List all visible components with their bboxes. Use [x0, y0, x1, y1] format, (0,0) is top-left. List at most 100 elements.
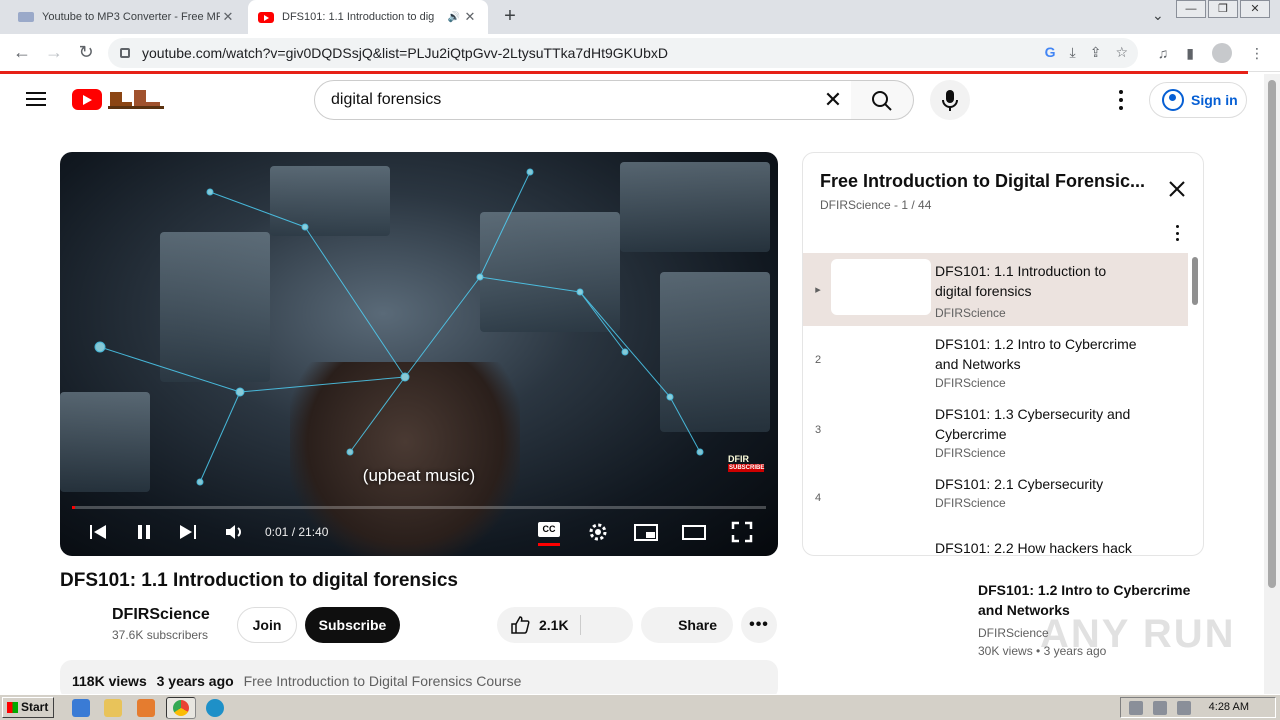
captions-button[interactable]: CC: [538, 522, 560, 537]
edge-icon[interactable]: [206, 699, 224, 717]
clock: 4:28 AM: [1208, 701, 1249, 713]
media-player-icon[interactable]: [137, 699, 155, 717]
recommended-video-channel[interactable]: DFIRScience: [978, 626, 1049, 640]
previous-icon[interactable]: [88, 520, 108, 544]
channel-avatar[interactable]: [60, 606, 100, 646]
playlist-item[interactable]: DFS101: 2.2 How hackers hack: [803, 530, 1188, 556]
playlist-item-channel: DFIRScience: [935, 496, 1006, 510]
audio-playing-icon[interactable]: 🔊: [446, 12, 462, 23]
channel-watermark[interactable]: DFIR SUBSCRIBE: [728, 454, 764, 490]
miniplayer-icon[interactable]: [633, 520, 659, 544]
channel-name[interactable]: DFIRScience: [112, 606, 210, 624]
playlist-item-title: DFS101: 2.1 Cybersecurity: [935, 476, 1104, 492]
start-button[interactable]: Start: [2, 697, 54, 718]
playlist-item[interactable]: 3 DFS101: 1.3 Cybersecurity and Cybercri…: [803, 396, 1188, 466]
watermark-subscribe: SUBSCRIBE: [728, 464, 765, 472]
fullscreen-icon[interactable]: [730, 520, 754, 544]
playlist-item[interactable]: ▸ DFS101: 1.1 Introduction to digital fo…: [803, 253, 1188, 326]
page-scrollbar[interactable]: [1264, 74, 1280, 694]
install-icon[interactable]: ⤓: [1070, 44, 1076, 61]
next-icon[interactable]: [178, 520, 198, 544]
new-tab-button[interactable]: +: [498, 5, 522, 28]
volume-icon[interactable]: [224, 520, 246, 544]
more-actions-button[interactable]: •••: [741, 607, 777, 643]
join-button[interactable]: Join: [237, 607, 297, 643]
anyrun-watermark: ANY RUN: [1040, 612, 1236, 656]
clear-search-icon[interactable]: ✕: [821, 89, 845, 111]
toolbar-right: ♫ ▮ ⋮: [1158, 43, 1264, 63]
theater-mode-icon[interactable]: [681, 520, 707, 544]
pause-icon[interactable]: [134, 520, 154, 544]
system-tray: 4:28 AM: [1120, 697, 1276, 718]
address-bar[interactable]: youtube.com/watch?v=giv0DQDSsjQ&list=PLJ…: [108, 38, 1138, 68]
like-button[interactable]: 2.1K: [497, 607, 633, 643]
playlist-link[interactable]: Free Introduction to Digital Forensics C…: [244, 673, 522, 689]
playlist-subtitle: DFIRScience - 1 / 44: [820, 198, 932, 212]
minimize-button[interactable]: —: [1176, 0, 1206, 18]
video-caption: (upbeat music): [362, 466, 476, 485]
sign-in-button[interactable]: Sign in: [1149, 82, 1247, 118]
network-graphic: [94, 168, 704, 486]
volume-tray-icon[interactable]: [1129, 701, 1143, 715]
restore-button[interactable]: ❐: [1208, 0, 1238, 18]
search-input[interactable]: digital forensics ✕: [314, 80, 852, 120]
recommended-views: 30K views: [978, 644, 1033, 658]
back-icon[interactable]: ←: [10, 42, 34, 63]
playlist-item[interactable]: 4 DFS101: 2.1 Cybersecurity DFIRScience: [803, 466, 1188, 536]
progress-fill: [72, 506, 76, 509]
video-player[interactable]: (upbeat music) DFIR SUBSCRIBE 0:01 / 21:…: [60, 152, 778, 556]
playlist-item-channel: DFIRScience: [935, 376, 1006, 390]
playlist-scrollbar[interactable]: [1192, 257, 1198, 305]
ie-icon[interactable]: [72, 699, 90, 717]
bookmark-star-icon[interactable]: ☆: [1115, 44, 1128, 61]
google-icon[interactable]: G: [1045, 44, 1056, 61]
tab-search-chevron-icon[interactable]: ⌄: [1152, 7, 1164, 24]
forward-icon[interactable]: →: [42, 42, 66, 63]
voice-search-button[interactable]: [930, 80, 970, 120]
video-thumbnail[interactable]: [831, 259, 931, 315]
playlist-item-title: DFS101: 1.1 Introduction to digital fore…: [935, 263, 1107, 299]
video-thumbnail[interactable]: [831, 332, 931, 388]
media-control-icon[interactable]: ♫: [1158, 45, 1169, 61]
doodle-boots-icon[interactable]: [106, 88, 166, 110]
settings-gear-icon[interactable]: [586, 520, 610, 544]
playlist-panel: Free Introduction to Digital Forensic...…: [802, 152, 1204, 556]
browser-tab-dfs101[interactable]: DFS101: 1.1 Introduction to dig 🔊 ✕: [248, 0, 488, 34]
video-title: DFS101: 1.1 Introduction to digital fore…: [60, 570, 458, 591]
close-tab-icon[interactable]: ✕: [220, 9, 236, 25]
playlist-item[interactable]: 2 DFS101: 1.2 Intro to Cybercrime and Ne…: [803, 326, 1188, 396]
flag-tray-icon[interactable]: [1177, 701, 1191, 715]
chrome-menu-icon[interactable]: ⋮: [1250, 45, 1264, 62]
lock-icon[interactable]: [120, 48, 130, 58]
browser-tab-converter[interactable]: Youtube to MP3 Converter - Free MP3 ✕: [8, 0, 246, 34]
search-icon: [872, 91, 892, 111]
side-panel-icon[interactable]: ▮: [1186, 45, 1194, 62]
youtube-logo-icon[interactable]: [72, 89, 102, 110]
chrome-taskbar-button[interactable]: [166, 697, 196, 719]
close-window-button[interactable]: ✕: [1240, 0, 1270, 18]
menu-icon[interactable]: [26, 92, 46, 106]
share-page-icon[interactable]: ⇪: [1090, 44, 1102, 61]
playlist-item-title: DFS101: 2.2 How hackers hack: [935, 540, 1132, 556]
page-scroll-thumb[interactable]: [1268, 80, 1276, 588]
folder-icon[interactable]: [104, 699, 122, 717]
browser-tab-bar: Youtube to MP3 Converter - Free MP3 ✕ DF…: [0, 0, 1280, 34]
share-button[interactable]: Share: [641, 607, 733, 643]
settings-kebab-icon[interactable]: [1112, 90, 1130, 110]
subscribe-button[interactable]: Subscribe: [305, 607, 400, 643]
progress-bar[interactable]: [72, 506, 766, 509]
profile-avatar-icon[interactable]: [1212, 43, 1232, 63]
video-thumbnail[interactable]: [831, 536, 931, 555]
playlist-index: 2: [814, 354, 822, 366]
network-tray-icon[interactable]: [1153, 701, 1167, 715]
video-thumbnail[interactable]: [831, 472, 931, 528]
close-icon[interactable]: [1167, 179, 1187, 199]
taskbar: Start 4:28 AM: [0, 694, 1280, 720]
video-thumbnail[interactable]: [831, 402, 931, 458]
playlist-menu-icon[interactable]: [1171, 225, 1183, 241]
reload-icon[interactable]: ↻: [74, 42, 98, 63]
close-tab-icon[interactable]: ✕: [462, 9, 478, 25]
like-count: 2.1K: [539, 617, 569, 633]
playlist-title[interactable]: Free Introduction to Digital Forensic...: [820, 171, 1150, 192]
search-button[interactable]: [851, 80, 914, 120]
